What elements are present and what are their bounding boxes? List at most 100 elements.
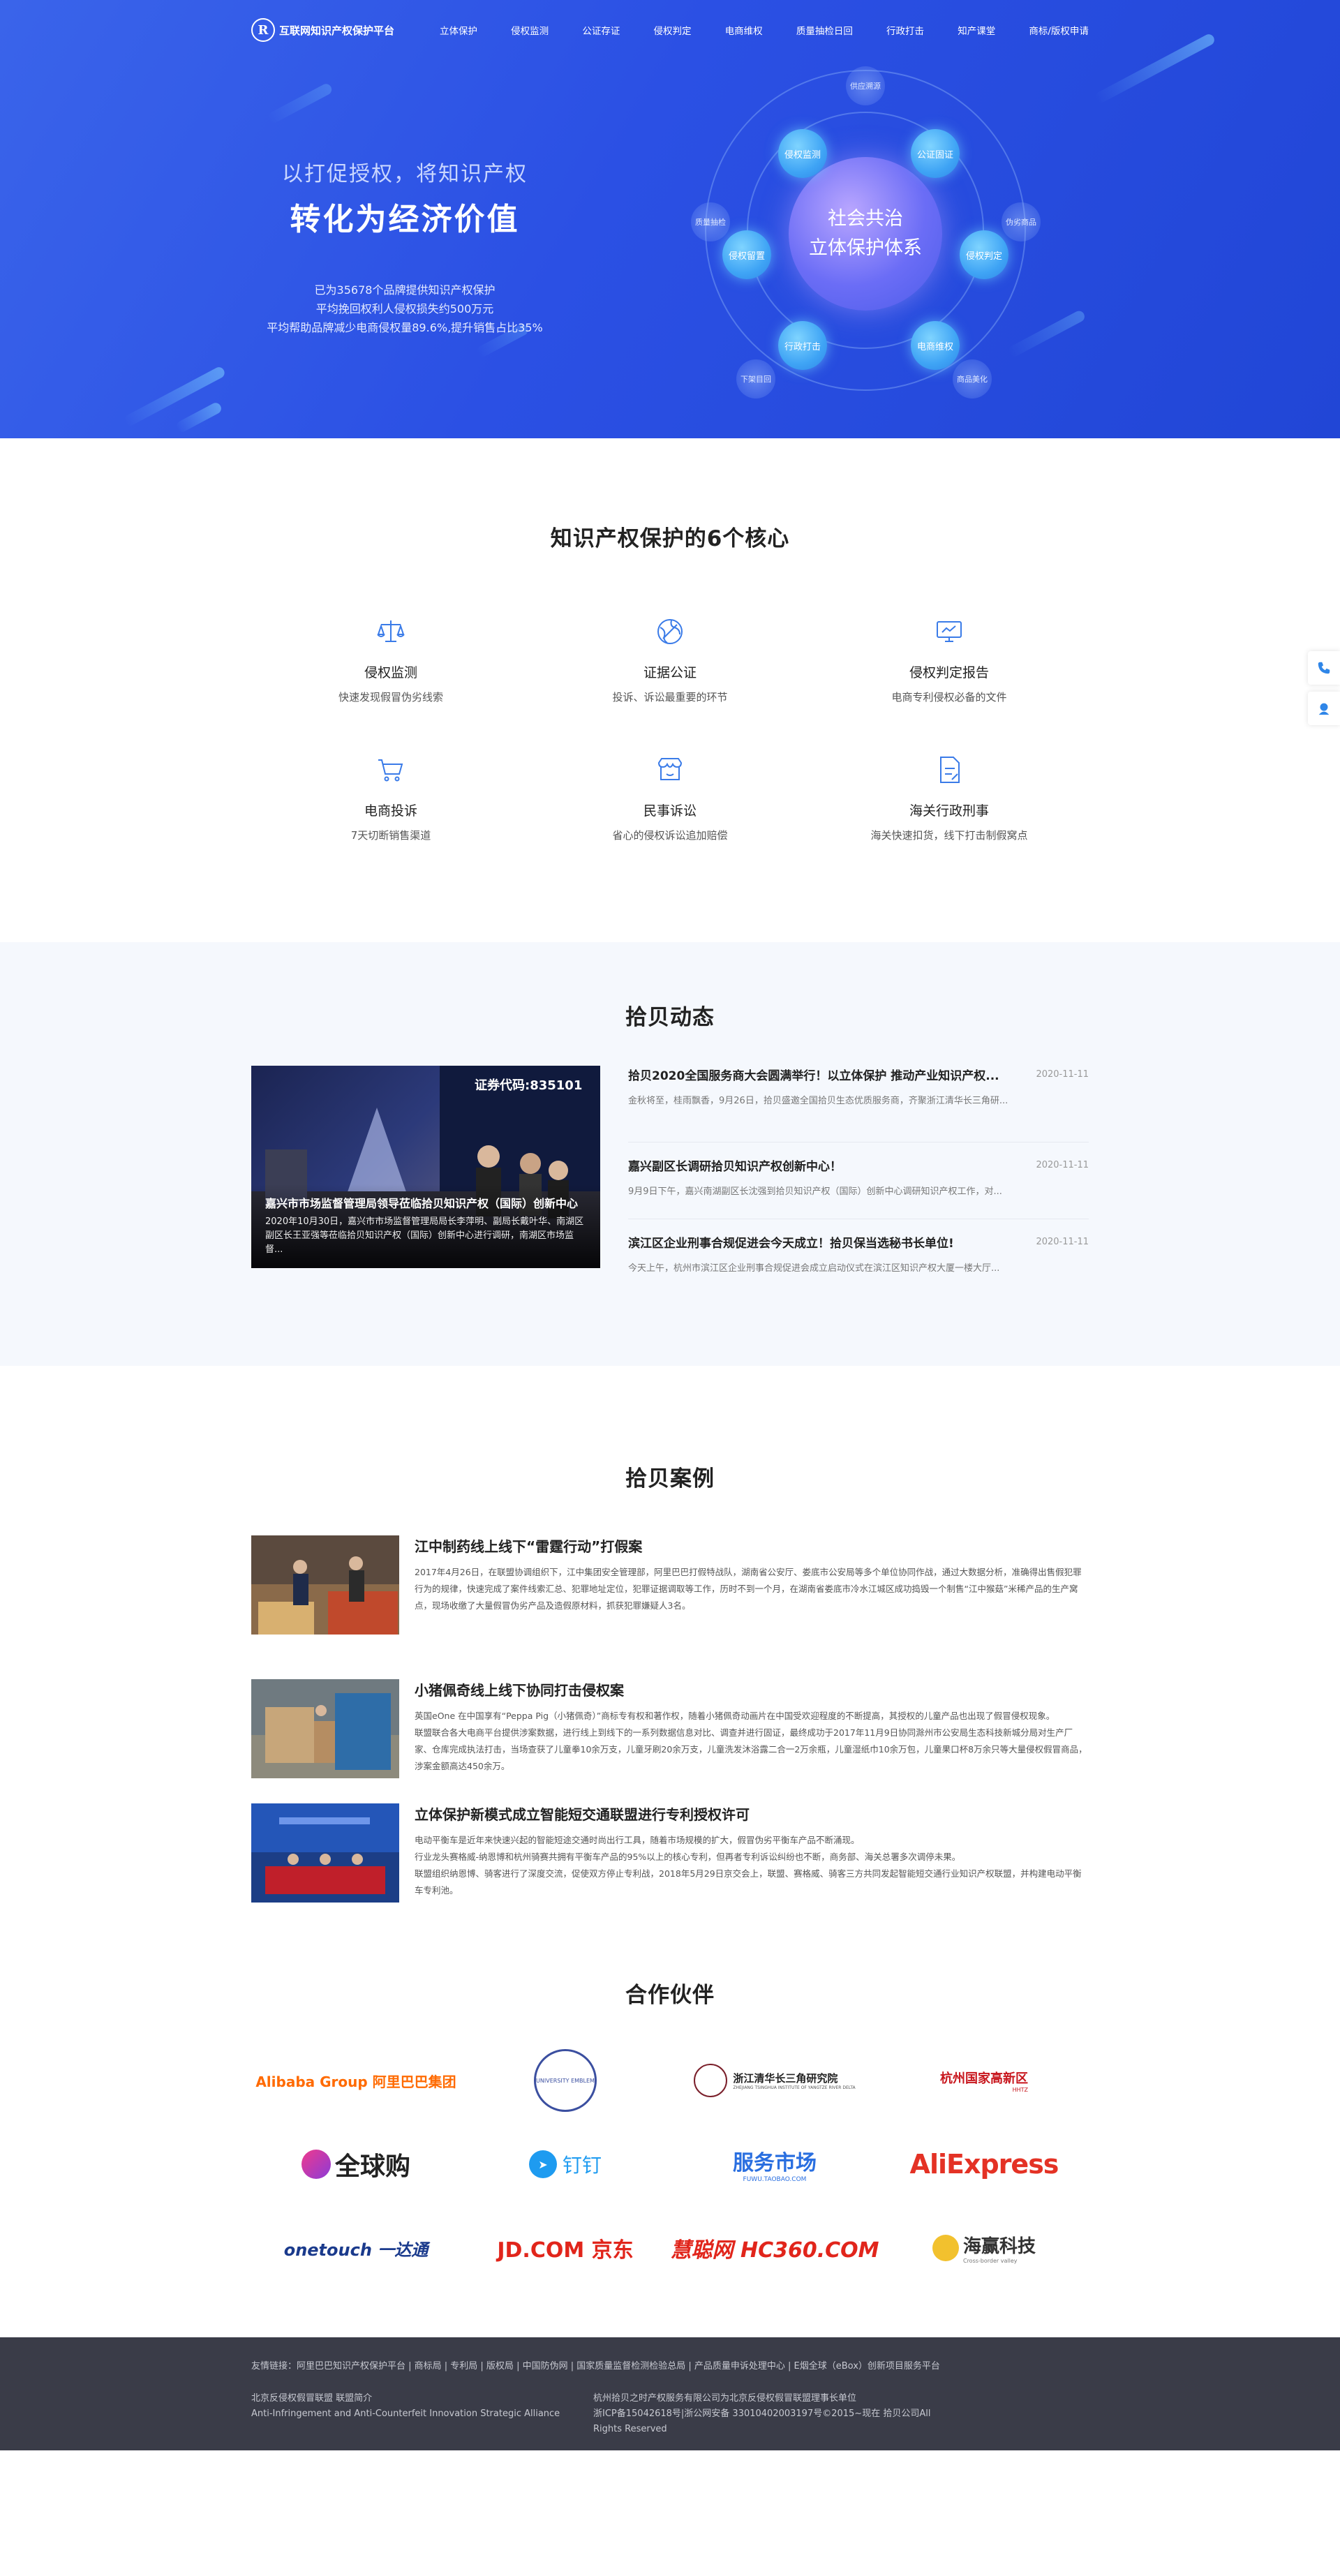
menu-item[interactable]: 知产课堂 xyxy=(958,23,995,37)
news-date: 2020-11-11 xyxy=(1036,1069,1089,1080)
footer: 友情链接：阿里巴巴知识产权保护平台 | 商标局 | 专利局 | 版权局 | 中国… xyxy=(0,2337,1340,2450)
partner-logo-text: Alibaba Group 阿里巴巴集团 xyxy=(255,2073,456,2090)
document-icon xyxy=(940,757,960,783)
diagram-small-node: 下架目回 xyxy=(736,359,775,399)
partner-logo-text: 浙江清华长三角研究院 xyxy=(733,2072,838,2085)
diagram-small-node: 供应溯源 xyxy=(846,66,885,105)
footer-icp: 浙ICP备15042618号|浙公网安备 33010402003197号©201… xyxy=(593,2409,931,2434)
partner-logo-text: 慧聪网 HC360.COM xyxy=(670,2238,879,2263)
core-item[interactable]: 侵权判定报告 电商专利侵权必备的文件 xyxy=(810,615,1089,704)
core-circle: 社会共治 立体保护体系 xyxy=(789,157,942,311)
cart-icon xyxy=(378,759,403,782)
haiying-icon xyxy=(932,2235,959,2261)
core-item-desc: 海关快速扣货，线下打击制假窝点 xyxy=(870,829,1028,842)
news-item[interactable]: 拾贝2020全国服务商大会圆满举行！以立体保护 推动产业知识产权... 2020-… xyxy=(628,1066,1089,1142)
case-item[interactable]: 江中制药线上线下“雷霆行动”打假案 2017年4月26日，在联盟协调组织下，江中… xyxy=(251,1535,1089,1635)
partner-logo-fuwu[interactable]: 服务市场 FUWU.TAOBAO.COM xyxy=(670,2134,879,2194)
hero-stat: 平均帮助品牌减少电商侵权量89.6%,提升销售占比35% xyxy=(267,321,543,334)
hero-subtitle: 以打促授权，将知识产权 xyxy=(282,162,528,186)
partner-logo-hangzhou[interactable]: 杭州国家高新区 HHTZ xyxy=(879,2050,1089,2110)
news-item[interactable]: 嘉兴副区长调研拾贝知识产权创新中心！ 2020-11-11 9月9日下午，嘉兴南湖… xyxy=(628,1142,1089,1219)
partner-logo-tsinghua[interactable]: 浙江清华长三角研究院 ZHEJIANG TSINGHUA INSTITUTE OF… xyxy=(670,2050,879,2110)
partner-logo-dingtalk[interactable]: ➤ 钉钉 xyxy=(461,2134,670,2194)
case-title: 小猪佩奇线上线下协同打击侵权案 xyxy=(415,1682,624,1699)
news-item[interactable]: 滨江区企业刑事合规促进会今天成立！拾贝保当选秘书长单位! 2020-11-11 今… xyxy=(628,1219,1089,1296)
core-item-title: 民事诉讼 xyxy=(643,803,697,819)
core-item-title: 侵权监测 xyxy=(364,665,417,680)
diagram-node[interactable]: 侵权判定 xyxy=(960,230,1008,279)
partner-logo-subtext: Cross-border valley xyxy=(962,2258,1018,2264)
case-desc: 2017年4月26日，在联盟协调组织下，江中集团安全管理部，阿里巴巴打假特战队，… xyxy=(415,1567,1082,1611)
partner-logo-alibaba[interactable]: Alibaba Group 阿里巴巴集团 xyxy=(251,2050,461,2110)
partner-logo-university[interactable]: UNIVERSITY EMBLEM xyxy=(461,2049,670,2112)
partner-logo-subtext: HHTZ xyxy=(1012,2086,1028,2093)
menu-item[interactable]: 电商维权 xyxy=(725,23,763,37)
core-line: 立体保护体系 xyxy=(809,237,922,259)
hero-stats: 已为35678个品牌提供知识产权保护 平均挽回权利人侵权损失约500万元 平均帮… xyxy=(251,281,558,337)
menu-item[interactable]: 侵权判定 xyxy=(654,23,692,37)
case-paragraph: 英国eOne 在中国享有“Peppa Pig（小猪佩奇）”商标专有权和著作权，随… xyxy=(415,1711,1055,1721)
partner-logo-quanqiugou[interactable]: 全球购 xyxy=(251,2134,461,2194)
menu-item[interactable]: 质量抽检日回 xyxy=(796,23,853,37)
partner-logo-text: JD.COM 京东 xyxy=(497,2238,634,2263)
menu-item[interactable]: 行政打击 xyxy=(886,23,924,37)
news-desc: 今天上午，杭州市滨江区企业刑事合规促进会成立启动仪式在滨江区知识产权大厦一楼大厅… xyxy=(628,1263,1000,1274)
partner-logo-onetouch[interactable]: onetouch 一达通 xyxy=(251,2218,461,2278)
news-section: 拾贝动态 证券代码:835101 嘉兴市市场监督管理局领导莅临拾贝知识产权（国际… xyxy=(0,942,1340,1366)
core-section: 知识产权保护的6个核心 侵权监测 快速发现假冒伪劣线索 证据公证 投诉、诉讼最重… xyxy=(0,438,1340,942)
core-item-desc: 快速发现假冒伪劣线索 xyxy=(338,691,443,703)
menu-item[interactable]: 侵权监测 xyxy=(511,23,549,37)
footer-company: 杭州拾贝之时产权服务有限公司为北京反侵权假冒联盟理事长单位 xyxy=(593,2393,857,2404)
case-paragraph: 联盟联合各大电商平台提供涉案数据，进行线上到线下的一系列数据信息对比、调查并进行… xyxy=(415,1727,1087,1771)
case-photo xyxy=(251,1803,399,1903)
case-item[interactable]: 立体保护新模式成立智能短交通联盟进行专利授权许可 电动平衡车是近年来快速兴起的智… xyxy=(251,1803,1089,1903)
quanqiugou-icon xyxy=(301,2150,331,2179)
diagram-node[interactable]: 公证固证 xyxy=(911,129,960,178)
logo-mark-icon: R xyxy=(251,18,275,42)
core-item-title: 证据公证 xyxy=(643,665,697,680)
phone-button[interactable] xyxy=(1308,651,1340,685)
section-title: 合作伙伴 xyxy=(625,1983,715,2008)
core-item[interactable]: 证据公证 投诉、诉讼最重要的环节 xyxy=(530,615,810,704)
customer-service-icon xyxy=(1318,703,1330,715)
diagram-small-node: 商品美化 xyxy=(953,359,992,399)
core-item-desc: 省心的侵权诉讼追加赔偿 xyxy=(612,829,728,842)
partner-logo-text: 钉钉 xyxy=(562,2154,602,2177)
core-item-title: 海关行政刑事 xyxy=(909,803,989,819)
partner-logo-jd[interactable]: JD.COM 京东 xyxy=(461,2218,670,2278)
footer-org-en: Anti-Infringement and Anti-Counterfeit I… xyxy=(251,2409,560,2419)
hero-title: 转化为经济价值 xyxy=(290,202,520,237)
decor-streak xyxy=(174,401,223,434)
support-button[interactable] xyxy=(1308,692,1340,725)
partner-logo-hc360[interactable]: 慧聪网 HC360.COM xyxy=(670,2218,879,2278)
case-paragraph: 行业龙头赛格威-纳恩博和杭州骑赛共拥有平衡车产品的95%以上的核心专利，但再者专… xyxy=(415,1852,961,1862)
featured-news[interactable]: 证券代码:835101 嘉兴市市场监督管理局领导莅临拾贝知识产权（国际）创新中心… xyxy=(251,1066,600,1268)
diagram-node[interactable]: 电商维权 xyxy=(911,321,960,370)
diagram-node[interactable]: 侵权留置 xyxy=(722,230,771,279)
case-title: 立体保护新模式成立智能短交通联盟进行专利授权许可 xyxy=(415,1806,750,1823)
menu-item[interactable]: 立体保护 xyxy=(440,23,477,37)
partner-logo-aliexpress[interactable]: AliExpress xyxy=(879,2134,1089,2194)
diagram-node[interactable]: 行政打击 xyxy=(778,321,827,370)
core-item[interactable]: 电商投诉 7天切断销售渠道 xyxy=(251,753,530,842)
news-date: 2020-11-11 xyxy=(1036,1160,1089,1170)
menu-item[interactable]: 公证存证 xyxy=(582,23,620,37)
core-item[interactable]: 民事诉讼 省心的侵权诉讼追加赔偿 xyxy=(530,753,810,842)
core-item[interactable]: 海关行政刑事 海关快速扣货，线下打击制假窝点 xyxy=(810,753,1089,842)
case-item[interactable]: 小猪佩奇线上线下协同打击侵权案 英国eOne 在中国享有“Peppa Pig（小… xyxy=(251,1679,1089,1778)
partner-logo-text: 海赢科技 xyxy=(962,2236,1036,2257)
hero-stat: 已为35678个品牌提供知识产权保护 xyxy=(314,283,496,297)
partner-logo-haiying[interactable]: 海赢科技 Cross-border valley xyxy=(879,2218,1089,2278)
main-menu: 立体保护 侵权监测 公证存证 侵权判定 电商维权 质量抽检日回 行政打击 知产课… xyxy=(440,23,1089,37)
university-seal-icon: UNIVERSITY EMBLEM xyxy=(534,2049,597,2112)
hero-stat: 平均挽回权利人侵权损失约500万元 xyxy=(315,302,494,315)
site-logo[interactable]: R 互联网知识产权保护平台 xyxy=(251,18,440,42)
diagram-node[interactable]: 侵权监测 xyxy=(778,129,827,178)
featured-news-title: 嘉兴市市场监督管理局领导莅临拾贝知识产权（国际）创新中心 xyxy=(265,1197,579,1210)
footer-links[interactable]: 友情链接：阿里巴巴知识产权保护平台 | 商标局 | 专利局 | 版权局 | 中国… xyxy=(251,2358,1089,2372)
hero-copy: 以打促授权，将知识产权 转化为经济价值 已为35678个品牌提供知识产权保护 平… xyxy=(251,156,558,337)
core-item[interactable]: 侵权监测 快速发现假冒伪劣线索 xyxy=(251,615,530,704)
partner-logo-text: onetouch 一达通 xyxy=(283,2240,429,2260)
globe-icon xyxy=(657,619,683,644)
menu-item[interactable]: 商标/版权申请 xyxy=(1029,23,1089,37)
